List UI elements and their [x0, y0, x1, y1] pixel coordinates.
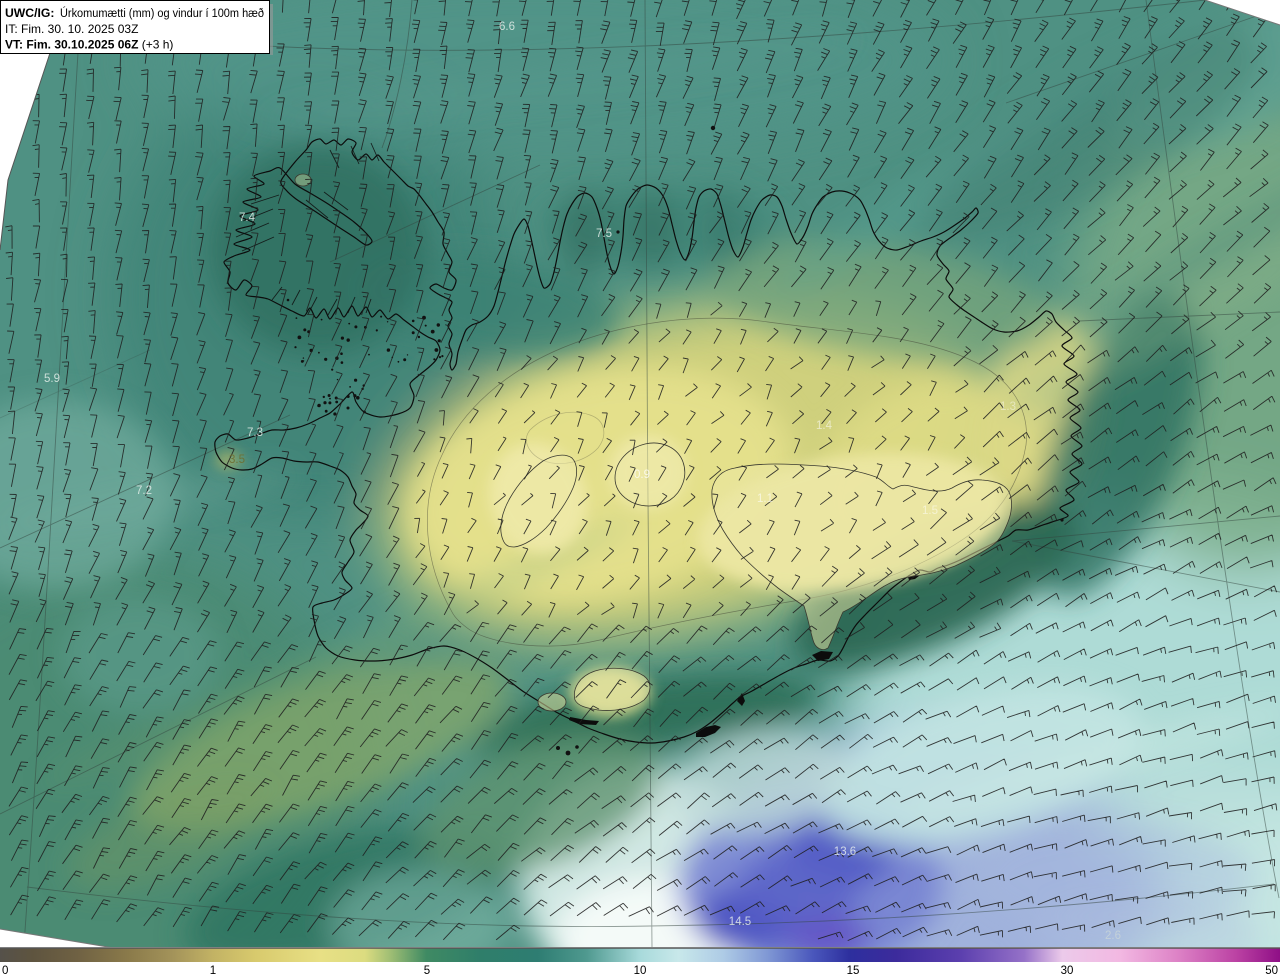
svg-text:30: 30: [1061, 965, 1074, 977]
svg-text:7.4: 7.4: [239, 212, 256, 224]
svg-text:0.9: 0.9: [634, 469, 650, 481]
svg-text:3.5: 3.5: [229, 454, 245, 466]
svg-text:7.3: 7.3: [247, 427, 263, 439]
svg-text:7.2: 7.2: [136, 485, 152, 497]
svg-text:Úrkomumætti (mm) og vindur í 1: Úrkomumætti (mm) og vindur í 100m hæð: [60, 5, 264, 20]
svg-text:VT: Fim. 30.10.2025 06Z (+3 h): VT: Fim. 30.10.2025 06Z (+3 h): [5, 38, 173, 52]
svg-text:50: 50: [1265, 965, 1278, 977]
svg-text:1.1: 1.1: [757, 493, 773, 505]
svg-text:5.9: 5.9: [44, 373, 60, 385]
svg-text:2.6: 2.6: [1105, 930, 1121, 942]
svg-text:14.5: 14.5: [729, 916, 751, 928]
svg-text:0: 0: [2, 965, 8, 977]
svg-text:1: 1: [210, 965, 216, 977]
svg-text:UWC/IG:: UWC/IG:: [5, 6, 54, 20]
svg-text:6.6: 6.6: [499, 21, 515, 33]
svg-text:1.3: 1.3: [1000, 401, 1016, 413]
svg-text:1.4: 1.4: [816, 420, 833, 432]
svg-text:7.5: 7.5: [596, 228, 612, 240]
svg-text:1.5: 1.5: [922, 505, 938, 517]
svg-text:IT: Fim. 30. 10. 2025 03Z: IT: Fim. 30. 10. 2025 03Z: [5, 22, 138, 36]
svg-text:15: 15: [847, 965, 860, 977]
svg-text:13.6: 13.6: [834, 846, 856, 858]
svg-text:10: 10: [634, 965, 647, 977]
svg-text:5: 5: [424, 965, 430, 977]
